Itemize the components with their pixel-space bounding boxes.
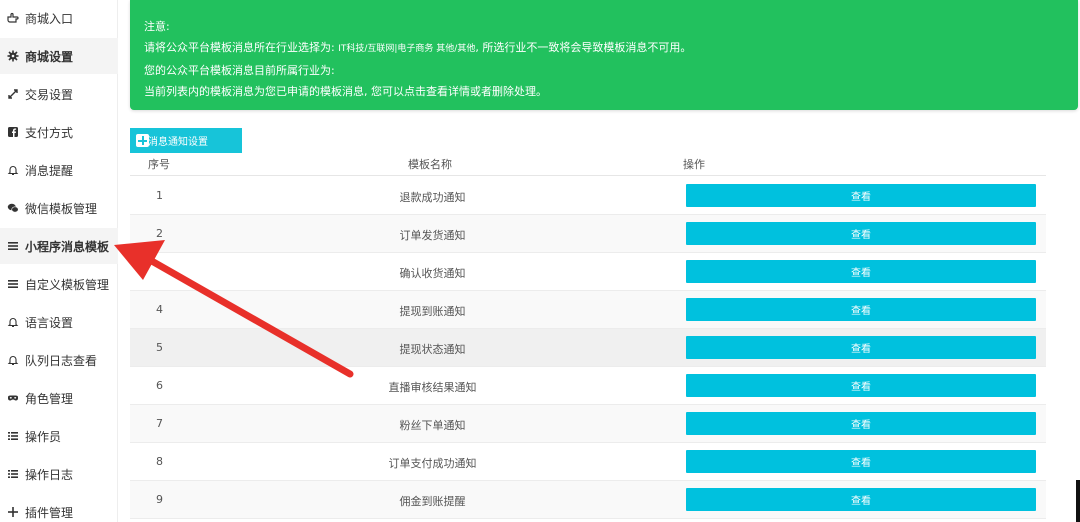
bell-icon [6,353,20,367]
sidebar-item-label: 操作员 [25,429,62,444]
sidebar-item-language[interactable]: 语言设置 [0,304,118,340]
row-template-name: 提现状态通知 [399,343,466,356]
view-button[interactable]: 查看 [686,222,1036,245]
row-template-name: 提现到账通知 [399,305,466,318]
wechat-icon [6,201,20,215]
plus-square-icon [136,134,149,147]
sidebar-item-label: 商城设置 [25,49,74,64]
sidebar-item-shop-entry[interactable]: 商城入口 [0,0,118,36]
sidebar-item-label: 语言设置 [25,315,74,330]
view-button[interactable]: 查看 [686,336,1036,359]
row-no: 6 [156,379,163,392]
view-button[interactable]: 查看 [686,412,1036,435]
table-row: 8 订单支付成功通知 查看 [130,443,1046,481]
facebook-square-icon [6,125,20,139]
row-template-name: 确认收货通知 [399,267,466,280]
notice-line-2: 您的公众平台模板消息目前所属行业为: [144,64,335,77]
row-no: 5 [156,341,163,354]
list-icon [6,277,20,291]
row-template-name: 退款成功通知 [399,191,466,204]
row-no: 4 [156,303,163,316]
sidebar-item-operators[interactable]: 操作员 [0,418,118,454]
sidebar-item-operation-logs[interactable]: 操作日志 [0,456,118,492]
sidebar-item-label: 队列日志查看 [25,353,98,368]
sidebar-item-label: 小程序消息模板 [25,239,110,254]
view-button[interactable]: 查看 [686,450,1036,473]
edge-marker [1076,480,1080,522]
sidebar-item-wechat-templates[interactable]: 微信模板管理 [0,190,118,226]
row-no: 2 [156,227,163,240]
sidebar-item-payment[interactable]: 支付方式 [0,114,118,150]
table-row: 7 粉丝下单通知 查看 [130,405,1046,443]
row-template-name: 粉丝下单通知 [399,419,466,432]
row-no: 1 [156,189,163,202]
view-button[interactable]: 查看 [686,488,1036,511]
list-ul-icon [6,467,20,481]
sidebar: 商城入口 商城设置 交易设置 支付方式 消息提醒 微信模板管理 小程序消息模板 … [0,0,118,522]
view-button[interactable]: 查看 [686,260,1036,283]
row-no: 7 [156,417,163,430]
swap-icon [6,87,20,101]
sidebar-item-plugins[interactable]: 插件管理 [0,494,118,522]
table-header: 序号 模板名称 操作 [130,152,1046,176]
mask-icon [6,391,20,405]
sidebar-item-message-reminder[interactable]: 消息提醒 [0,152,118,188]
sidebar-item-miniprogram-templates[interactable]: 小程序消息模板 [0,228,118,264]
sidebar-item-label: 交易设置 [25,87,74,102]
column-header-name: 模板名称 [408,158,452,171]
sidebar-item-label: 商城入口 [25,11,74,26]
notice-title: 注意: [144,20,170,33]
sidebar-item-trade-settings[interactable]: 交易设置 [0,76,118,112]
message-notify-settings-button[interactable]: 消息通知设置 [130,128,242,153]
column-header-action: 操作 [683,158,705,171]
gear-icon [6,49,20,63]
row-template-name: 直播审核结果通知 [388,381,477,394]
table-row: 5 提现状态通知 查看 [130,329,1046,367]
table-row: 6 直播审核结果通知 查看 [130,367,1046,405]
sidebar-item-label: 操作日志 [25,467,74,482]
row-no: 8 [156,455,163,468]
notice-line-1-suffix: , 所选行业不一致将会导致模板消息不可用。 [475,41,692,54]
row-template-name: 佣金到账提醒 [399,495,466,508]
notice-line-1-prefix: 请将公众平台模板消息所在行业选择为: [144,41,339,54]
sidebar-item-label: 自定义模板管理 [25,277,110,292]
notice-industry-text: IT科技/互联网|电子商务 其他/其他 [338,44,476,54]
table-row: 确认收货通知 查看 [130,253,1046,291]
sidebar-item-label: 支付方式 [25,125,74,140]
row-no: 9 [156,493,163,506]
table-row: 2 订单发货通知 查看 [130,215,1046,253]
row-template-name: 订单发货通知 [399,229,466,242]
list-ul-icon [6,429,20,443]
table-row: 1 退款成功通知 查看 [130,177,1046,215]
notice-panel: 注意: 请将公众平台模板消息所在行业选择为: IT科技/互联网|电子商务 其他/… [130,0,1078,110]
sidebar-item-label: 角色管理 [25,391,74,406]
sidebar-item-custom-templates[interactable]: 自定义模板管理 [0,266,118,302]
bell-icon [6,315,20,329]
table-row: 4 提现到账通知 查看 [130,291,1046,329]
view-button[interactable]: 查看 [686,184,1036,207]
plus-icon [6,505,20,519]
notice-line-1: 请将公众平台模板消息所在行业选择为: IT科技/互联网|电子商务 其他/其他, … [144,37,1064,60]
message-notify-settings-label: 消息通知设置 [148,137,208,148]
bell-icon [6,163,20,177]
view-button[interactable]: 查看 [686,374,1036,397]
row-template-name: 订单支付成功通知 [388,457,477,470]
column-header-no: 序号 [148,158,170,171]
sidebar-item-roles[interactable]: 角色管理 [0,380,118,416]
hand-point-icon [6,11,20,25]
sidebar-item-shop-settings[interactable]: 商城设置 [0,38,118,74]
list-icon [6,239,20,253]
sidebar-item-queue-logs[interactable]: 队列日志查看 [0,342,118,378]
table-row: 9 佣金到账提醒 查看 [130,481,1046,519]
sidebar-item-label: 微信模板管理 [25,201,98,216]
sidebar-item-label: 插件管理 [25,505,74,520]
view-button[interactable]: 查看 [686,298,1036,321]
notice-line-3: 当前列表内的模板消息为您已申请的模板消息, 您可以点击查看详情或者删除处理。 [144,85,547,98]
sidebar-item-label: 消息提醒 [25,163,74,178]
